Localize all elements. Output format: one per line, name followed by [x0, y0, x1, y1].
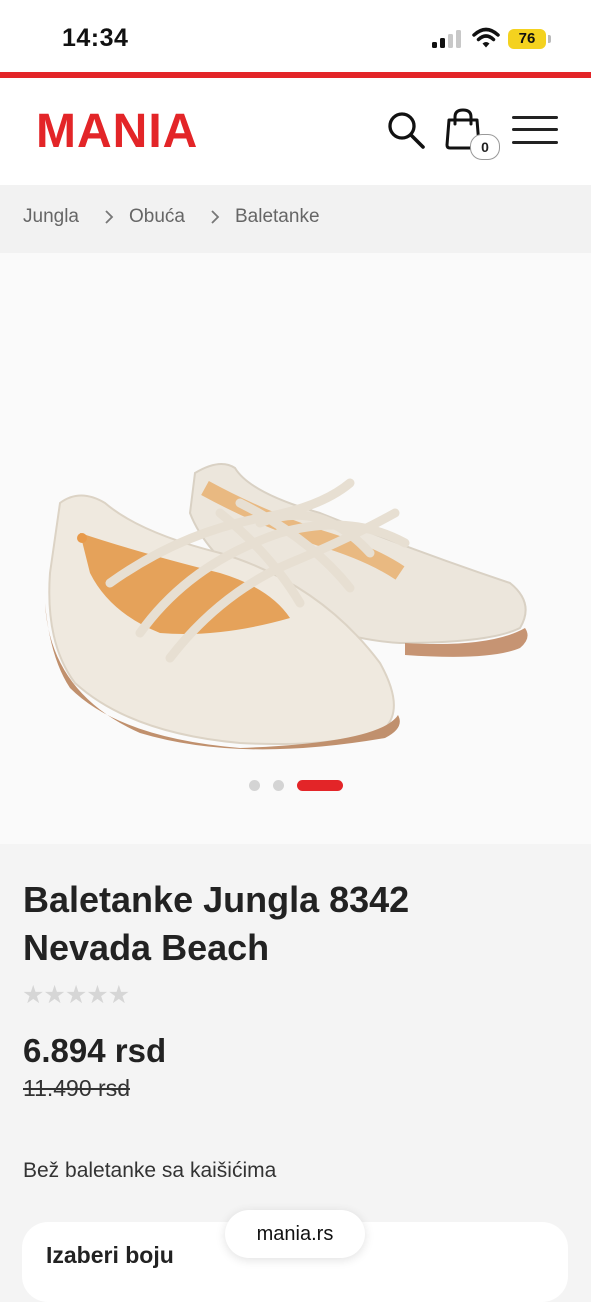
breadcrumb-link-obuca[interactable]: Obuća	[129, 206, 185, 228]
carousel-dot-3-active[interactable]	[297, 780, 343, 791]
product-price: 6.894 rsd	[23, 1032, 167, 1069]
product-title: Baletanke Jungla 8342 Nevada Beach	[23, 879, 410, 968]
site-logo[interactable]: MANIA	[36, 106, 198, 158]
product-old-price: 11.490 rsd	[23, 1075, 130, 1101]
browser-url-pill[interactable]: mania.rs	[225, 1210, 365, 1258]
carousel-dot-2[interactable]	[273, 780, 284, 791]
status-time: 14:34	[62, 24, 129, 52]
cart-button[interactable]: 0	[444, 108, 502, 160]
status-bar: 14:34 76	[0, 0, 591, 72]
star-rating-icon[interactable]: ★★★★★	[22, 980, 130, 1009]
carousel-dot-1[interactable]	[249, 780, 260, 791]
battery-level: 76	[518, 30, 536, 47]
search-icon[interactable]	[386, 110, 426, 150]
hamburger-menu-icon[interactable]	[512, 114, 560, 148]
cart-count-badge: 0	[470, 134, 500, 160]
site-header: MANIA 0	[0, 78, 591, 185]
battery-nub	[548, 35, 551, 43]
cellular-signal-icon	[432, 30, 464, 48]
wifi-icon	[472, 27, 500, 48]
breadcrumb-current: Baletanke	[235, 206, 320, 227]
breadcrumb-link-jungla[interactable]: Jungla	[23, 206, 79, 228]
product-gallery[interactable]	[0, 253, 591, 844]
product-image[interactable]	[20, 443, 560, 773]
chevron-right-icon	[105, 210, 114, 224]
chevron-right-icon	[211, 210, 220, 224]
breadcrumb: Jungla Obuća Baletanke	[0, 185, 591, 253]
product-description: Bež baletanke sa kaišićima	[23, 1159, 277, 1182]
battery-icon: 76	[508, 29, 546, 49]
color-selector-label: Izaberi boju	[46, 1242, 174, 1268]
